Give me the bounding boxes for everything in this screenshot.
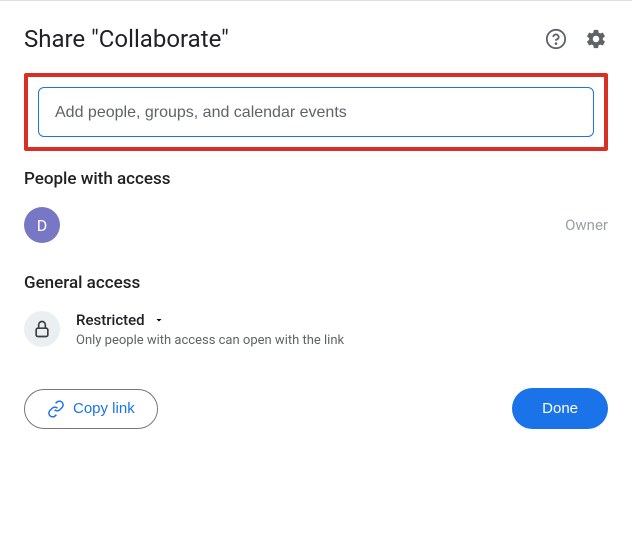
done-button[interactable]: Done: [512, 388, 608, 429]
help-icon[interactable]: [544, 27, 568, 51]
header-icons: [544, 27, 608, 51]
access-level-description: Only people with access can open with th…: [76, 333, 344, 348]
general-access-title: General access: [24, 273, 608, 293]
add-people-input[interactable]: [55, 104, 577, 122]
general-access-content: Restricted Only people with access can o…: [76, 311, 344, 348]
chevron-down-icon: [153, 314, 165, 326]
copy-link-label: Copy link: [73, 400, 135, 417]
add-people-input-wrap[interactable]: [38, 87, 594, 137]
dialog-header: Share "Collaborate": [24, 25, 608, 53]
dialog-title: Share "Collaborate": [24, 25, 229, 53]
lock-icon: [24, 311, 60, 347]
access-level-select[interactable]: Restricted: [76, 311, 344, 329]
copy-link-button[interactable]: Copy link: [24, 389, 158, 429]
owner-role-label: Owner: [565, 216, 608, 234]
share-dialog: Share "Collaborate" People with access D: [0, 0, 632, 453]
gear-icon[interactable]: [584, 27, 608, 51]
access-level-label: Restricted: [76, 311, 145, 329]
general-access-row: Restricted Only people with access can o…: [24, 311, 608, 348]
general-access-section: General access Restricted Only people wi…: [24, 273, 608, 348]
avatar: D: [24, 207, 60, 243]
input-highlight: [24, 73, 608, 151]
people-section-title: People with access: [24, 169, 608, 189]
person-row: D Owner: [24, 207, 608, 243]
dialog-footer: Copy link Done: [24, 388, 608, 429]
link-icon: [47, 400, 65, 418]
